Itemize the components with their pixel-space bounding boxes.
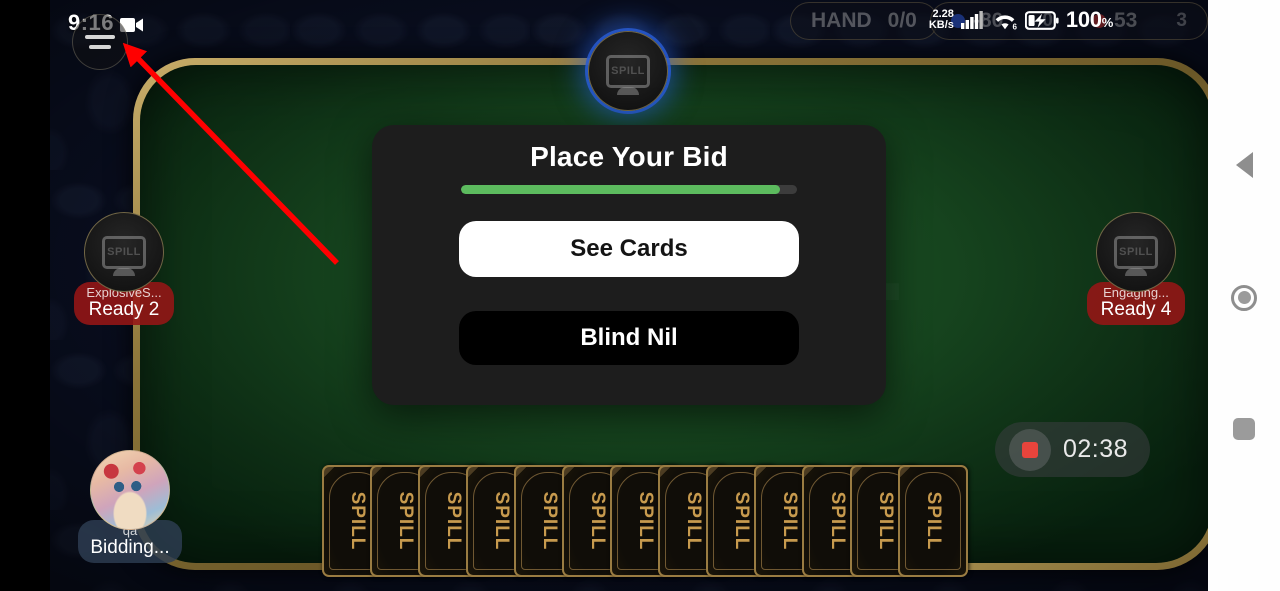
back-icon[interactable] [1235, 151, 1253, 178]
avatar-placeholder-text: SPILL [107, 246, 141, 258]
monitor-icon: SPILL [102, 235, 146, 269]
card-back-label: SPILL [827, 491, 848, 551]
player-seat-top[interactable]: SPILL [538, 31, 718, 111]
phone-screenshot: SPILL HAND 0/0 -80 0 53 3 9:16 [0, 0, 1280, 591]
see-cards-button[interactable]: See Cards [459, 221, 799, 277]
card-back-label: SPILL [635, 491, 656, 551]
hand-card[interactable]: SPILL [898, 465, 968, 577]
home-icon-dot [1237, 291, 1251, 304]
player-seat-bottom[interactable]: qa Bidding... [40, 450, 220, 563]
card-back-label: SPILL [539, 491, 560, 551]
card-back-label: SPILL [347, 491, 368, 551]
card-back-label: SPILL [587, 491, 608, 551]
avatar[interactable]: SPILL [1096, 212, 1176, 292]
player-seat-left[interactable]: SPILL ExplosiveS... Ready 2 [34, 212, 214, 325]
card-back-label: SPILL [491, 491, 512, 551]
card-back-label: SPILL [923, 491, 944, 551]
card-back-label: SPILL [875, 491, 896, 551]
avatar[interactable]: SPILL [588, 31, 668, 111]
avatar-placeholder-text: SPILL [611, 65, 645, 77]
hamburger-menu-icon[interactable] [72, 14, 128, 70]
recents-icon[interactable] [1233, 417, 1255, 440]
stop-square-glyph [1022, 441, 1038, 458]
android-navigation-bar[interactable] [1208, 0, 1280, 591]
card-back-label: SPILL [731, 491, 752, 551]
stop-square-icon[interactable] [1009, 428, 1051, 471]
bid-timer-progress-fill [461, 185, 781, 194]
card-back-label: SPILL [443, 491, 464, 551]
screen-recorder-widget[interactable]: 02:38 [995, 422, 1150, 477]
bid-timer-progress [461, 185, 797, 194]
blind-nil-button[interactable]: Blind Nil [459, 311, 799, 365]
avatar-portrait-image [91, 451, 169, 529]
dialog-title: Place Your Bid [530, 141, 728, 172]
menu-line-1 [85, 35, 115, 39]
card-back-label: SPILL [779, 491, 800, 551]
recording-elapsed-time: 02:38 [1063, 435, 1129, 463]
place-bid-dialog: Place Your Bid See Cards Blind Nil [372, 125, 886, 405]
player-seat-right[interactable]: SPILL Engaging... Ready 4 [1046, 212, 1226, 325]
player-status: Bidding... [90, 536, 170, 558]
monitor-icon: SPILL [1114, 235, 1158, 269]
menu-line-2 [89, 45, 111, 49]
home-icon[interactable] [1231, 284, 1257, 311]
avatar-placeholder-text: SPILL [1119, 246, 1153, 258]
card-back-label: SPILL [683, 491, 704, 551]
player-hand[interactable]: SPILL SPILL SPILL SPILL SPILL SPILL SPILL SPILL… [322, 465, 968, 577]
monitor-icon: SPILL [606, 54, 650, 88]
player-status: Ready 2 [88, 298, 160, 320]
player-status: Ready 4 [1100, 298, 1172, 320]
avatar[interactable]: SPILL [84, 212, 164, 292]
avatar[interactable] [90, 450, 170, 530]
card-back-label: SPILL [395, 491, 416, 551]
